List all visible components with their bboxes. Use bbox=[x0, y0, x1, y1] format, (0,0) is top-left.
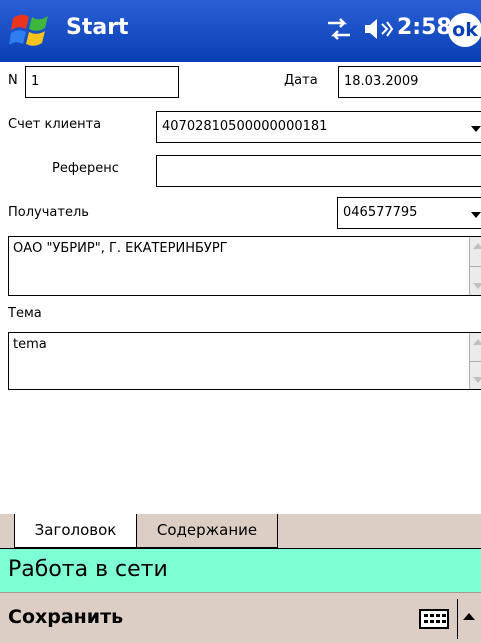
input-panel-up-icon[interactable] bbox=[463, 613, 475, 620]
client-account-chevron-down-icon[interactable] bbox=[471, 126, 481, 132]
subject-scrollbar[interactable] bbox=[469, 333, 481, 389]
number-field[interactable]: 1 bbox=[25, 66, 179, 98]
tab-strip: Заголовок Содержание bbox=[0, 514, 481, 548]
recipient-bik-dropdown[interactable]: 046577795 bbox=[337, 197, 481, 229]
reference-field[interactable] bbox=[156, 155, 481, 187]
ok-button[interactable]: ok bbox=[448, 13, 481, 47]
subject-text: tema bbox=[13, 337, 47, 352]
scroll-up-icon[interactable] bbox=[473, 243, 481, 249]
scrollbar-divider bbox=[470, 361, 481, 362]
tab-content[interactable]: Содержание bbox=[136, 514, 278, 548]
client-account-value: 40702810500000000181 bbox=[162, 119, 328, 134]
network-status-text: Работа в сети bbox=[8, 557, 168, 582]
recipient-label: Получатель bbox=[8, 205, 89, 220]
volume-icon[interactable] bbox=[362, 14, 394, 44]
recipient-name-scrollbar[interactable] bbox=[469, 237, 481, 295]
recipient-bik-value: 046577795 bbox=[343, 205, 418, 220]
subject-label: Тема bbox=[8, 306, 42, 321]
connectivity-icon[interactable] bbox=[324, 14, 354, 44]
recipient-bik-chevron-down-icon[interactable] bbox=[471, 212, 481, 218]
tab-header[interactable]: Заголовок bbox=[14, 514, 137, 548]
date-label: Дата bbox=[284, 73, 318, 88]
clock[interactable]: 2:58 bbox=[397, 15, 452, 40]
menu-bar: Сохранить bbox=[0, 592, 481, 643]
client-account-label: Счет клиента bbox=[8, 117, 102, 132]
reference-label: Референс bbox=[52, 161, 119, 176]
scroll-up-icon[interactable] bbox=[473, 339, 481, 345]
app-title: Start bbox=[66, 15, 129, 40]
scrollbar-divider bbox=[470, 266, 481, 267]
save-button[interactable]: Сохранить bbox=[8, 606, 123, 628]
network-status-bar: Работа в сети bbox=[0, 548, 481, 592]
recipient-name-text: ОАО "УБРИР", Г. ЕКАТЕРИНБУРГ bbox=[13, 241, 228, 256]
number-label: N bbox=[8, 73, 18, 88]
scroll-down-icon[interactable] bbox=[473, 377, 481, 383]
subject-field[interactable]: tema bbox=[8, 332, 481, 390]
title-bar: Start 2:58 ok bbox=[0, 0, 481, 62]
windows-start-icon[interactable] bbox=[8, 8, 54, 54]
menu-divider bbox=[457, 599, 458, 639]
recipient-name-field[interactable]: ОАО "УБРИР", Г. ЕКАТЕРИНБУРГ bbox=[8, 236, 481, 296]
keyboard-icon[interactable] bbox=[419, 609, 449, 629]
scroll-down-icon[interactable] bbox=[473, 283, 481, 289]
date-field[interactable]: 18.03.2009 bbox=[338, 66, 481, 98]
client-account-dropdown[interactable]: 40702810500000000181 bbox=[156, 111, 481, 143]
